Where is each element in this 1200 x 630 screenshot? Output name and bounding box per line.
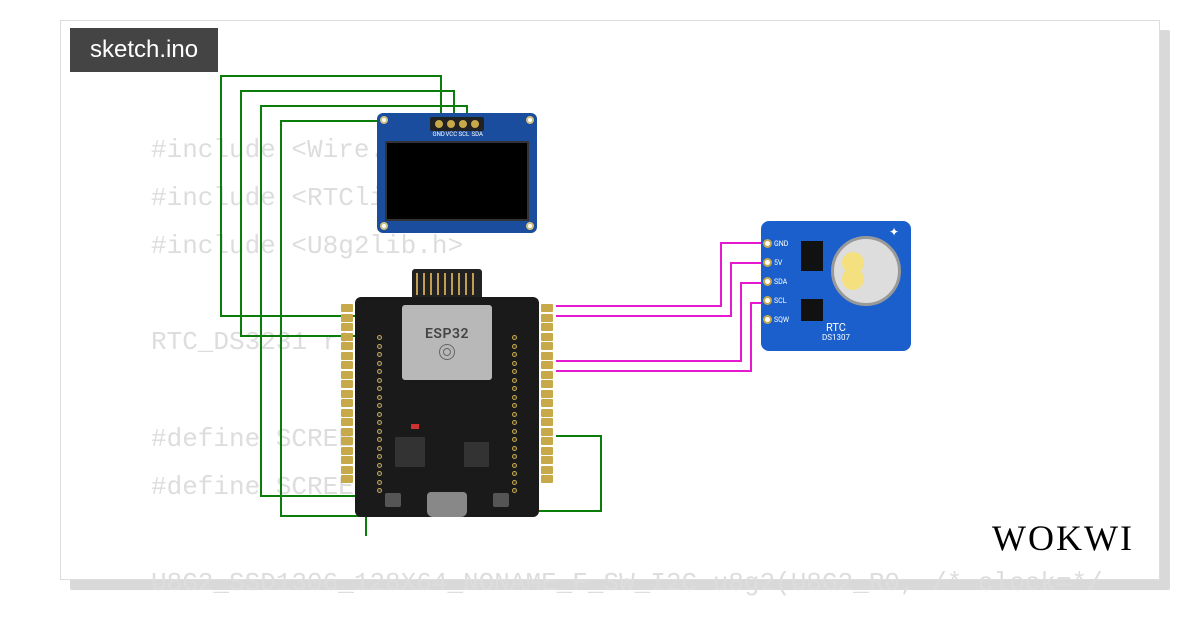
adafruit-star-icon: ✦ [889, 225, 899, 239]
oled-pin-scl[interactable] [459, 120, 467, 128]
rtc-silkscreen-label: RTC DS1307 [822, 322, 850, 343]
oled-screen [385, 141, 529, 221]
mount-hole-icon [526, 116, 534, 124]
chip-icon [801, 299, 823, 321]
esp32-pins-right[interactable] [541, 304, 553, 483]
chip-icon [801, 241, 823, 271]
rtc-pin-sda[interactable] [763, 277, 772, 286]
esp32-holes-right [512, 335, 517, 493]
filename-label: sketch.ino [90, 36, 198, 63]
power-led-icon [411, 424, 419, 429]
esp32-rf-shield: ESP32 [402, 305, 492, 380]
micro-usb-port-icon [427, 492, 467, 517]
mount-hole-icon [380, 222, 388, 230]
mount-hole-icon [380, 116, 388, 124]
esp32-pins-left[interactable] [341, 304, 353, 483]
rtc-pin-scl[interactable] [763, 296, 772, 305]
coin-cell-holder-icon [831, 236, 901, 306]
filename-tab[interactable]: sketch.ino [70, 28, 218, 72]
en-button[interactable] [385, 493, 401, 507]
chip-icon [395, 437, 425, 467]
oled-pin-sda[interactable] [471, 120, 479, 128]
wokwi-logo: WOKWI [992, 517, 1134, 559]
esp32-pcb: ESP32 [355, 297, 539, 517]
boot-button[interactable] [493, 493, 509, 507]
mount-hole-icon [526, 222, 534, 230]
oled-pin-gnd[interactable] [435, 120, 443, 128]
esp32-component[interactable]: ESP32 [337, 269, 557, 529]
rtc-ds1307-component[interactable]: ✦ GND 5V SDA SCL SQW RTC DS1307 [761, 221, 911, 351]
oled-pin-header[interactable] [430, 117, 484, 131]
oled-pin-labels: GND VCC SCL SDA [433, 131, 482, 138]
espressif-logo-icon [439, 344, 455, 360]
esp32-chip-label: ESP32 [425, 326, 469, 342]
diagram-canvas[interactable]: #include <Wire.h> #include <RTClib.h> #i… [60, 20, 1160, 580]
oled-pin-vcc[interactable] [447, 120, 455, 128]
esp32-holes-left [377, 335, 382, 493]
rtc-pin-header[interactable]: GND 5V SDA SCL SQW [763, 239, 789, 324]
rtc-pin-sqw[interactable] [763, 315, 772, 324]
oled-display-component[interactable]: GND VCC SCL SDA [377, 113, 537, 233]
esp32-antenna [412, 269, 482, 299]
rtc-pin-5v[interactable] [763, 258, 772, 267]
chip-icon [464, 442, 489, 467]
rtc-pin-gnd[interactable] [763, 239, 772, 248]
